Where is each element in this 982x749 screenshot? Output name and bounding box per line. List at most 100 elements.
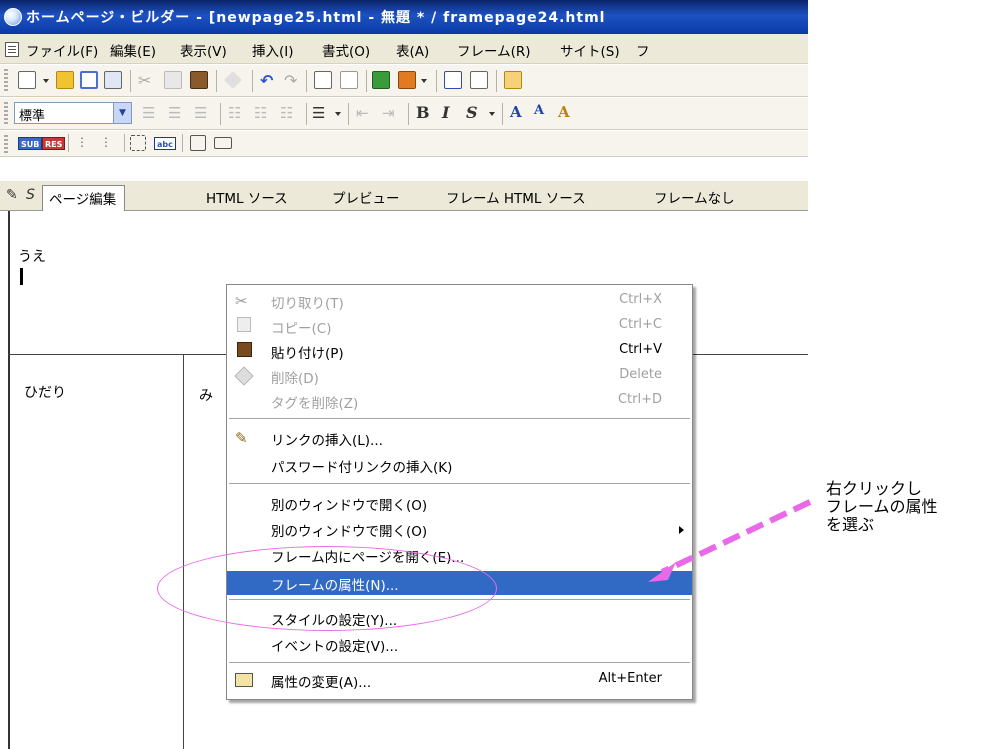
toolbar-grip-3[interactable] xyxy=(4,135,8,153)
table-icon[interactable] xyxy=(444,71,462,89)
menu-table[interactable]: 表(A) xyxy=(396,40,429,60)
menu-bar: ファイル(F) 編集(E) 表示(V) 挿入(I) 書式(O) 表(A) フレー… xyxy=(0,34,808,64)
scissors-icon: ✂ xyxy=(235,292,248,310)
link-icon: ✎ xyxy=(235,429,248,447)
outdent-icon[interactable]: ⇤ xyxy=(356,104,374,122)
menu-site[interactable]: サイト(S) xyxy=(560,40,620,60)
menu-edit[interactable]: 編集(E) xyxy=(110,40,156,60)
open-folder-icon[interactable] xyxy=(56,71,74,89)
menu-format[interactable]: 書式(O) xyxy=(322,40,370,60)
cm-cut[interactable]: ✂ 切り取り(T) Ctrl+X xyxy=(227,289,692,313)
italic-icon[interactable]: I xyxy=(442,103,449,122)
align-middle-icon[interactable]: ☷ xyxy=(254,104,272,122)
paragraph-style-value: 標準 xyxy=(19,109,46,124)
frame-divider-vertical[interactable] xyxy=(183,355,184,749)
eraser-icon[interactable] xyxy=(224,71,242,89)
cm-insert-password-link[interactable]: パスワード付リンクの挿入(K) xyxy=(227,453,692,477)
app-window: ホームページ・ビルダー - [newpage25.html - 無題 * / f… xyxy=(0,0,808,749)
field-icon[interactable] xyxy=(130,135,146,151)
copy-icon[interactable] xyxy=(164,71,182,89)
print-icon[interactable] xyxy=(104,71,122,89)
indent-icon[interactable]: ⇥ xyxy=(382,104,400,122)
cm-copy[interactable]: コピー(C) Ctrl+C xyxy=(227,314,692,338)
dropdown-arrow-icon[interactable] xyxy=(42,71,50,89)
subscript-icon[interactable]: SUB xyxy=(18,137,43,150)
title-bar: ホームページ・ビルダー - [newpage25.html - 無題 * / f… xyxy=(0,0,808,34)
menu-insert[interactable]: 挿入(I) xyxy=(252,40,294,60)
new-page-icon[interactable] xyxy=(18,71,36,89)
align-top-icon[interactable]: ☷ xyxy=(228,104,246,122)
cm-open-new-window-submenu[interactable]: 別のウィンドウで開く(O) xyxy=(227,517,692,541)
paste-icon xyxy=(237,342,252,357)
font-larger-icon[interactable]: A xyxy=(510,103,522,121)
cm-remove-tag[interactable]: タグを削除(Z) Ctrl+D xyxy=(227,389,692,413)
redo-icon[interactable]: ↷ xyxy=(284,71,302,90)
menu-frame[interactable]: フレーム(R) xyxy=(457,40,531,60)
cm-open-new-window[interactable]: 別のウィンドウで開く(O) xyxy=(227,491,692,515)
cm-separator xyxy=(229,418,690,419)
copy-icon xyxy=(237,317,251,332)
toolbar-grip[interactable] xyxy=(4,69,8,91)
cm-separator xyxy=(229,483,690,484)
paragraph-style-select[interactable]: 標準 ▼ xyxy=(14,102,132,124)
extra-tool-icon[interactable] xyxy=(504,71,522,89)
chevron-down-icon[interactable]: ▼ xyxy=(113,103,131,123)
document-menu-icon[interactable] xyxy=(5,42,19,57)
tab-no-frame[interactable]: フレームなし xyxy=(654,187,735,207)
list-icon[interactable]: ☰ xyxy=(312,104,330,122)
annotation-arrow-icon xyxy=(648,499,812,582)
cut-icon[interactable]: ✂ xyxy=(138,71,156,90)
context-menu: ✂ 切り取り(T) Ctrl+X コピー(C) Ctrl+C 貼り付け(P) C… xyxy=(226,284,693,700)
window-title: ホームページ・ビルダー - [newpage25.html - 無題 * / f… xyxy=(26,10,606,26)
align-right-icon[interactable]: ☰ xyxy=(194,104,212,122)
top-frame-text: うえ xyxy=(18,249,46,265)
toolbar-grip-2[interactable] xyxy=(4,102,8,124)
pencil-icon: ✎ xyxy=(6,187,18,203)
align-center-icon[interactable]: ☰ xyxy=(168,104,186,122)
image-icon[interactable] xyxy=(372,71,390,89)
tab-preview[interactable]: プレビュー xyxy=(332,187,400,207)
annotation-text: 右クリックし フレームの属性 を選ぶ xyxy=(826,480,938,534)
text-field-icon[interactable]: abc xyxy=(154,137,176,150)
cm-paste[interactable]: 貼り付け(P) Ctrl+V xyxy=(227,339,692,363)
edit-page-icon[interactable] xyxy=(314,71,332,89)
cm-separator xyxy=(229,662,690,663)
app-logo-icon xyxy=(4,8,22,26)
cm-change-attributes[interactable]: 属性の変更(A)... Alt+Enter xyxy=(227,668,692,692)
dropdown-arrow-icon-3[interactable] xyxy=(334,104,342,122)
cm-insert-link[interactable]: ✎ リンクの挿入(L)... xyxy=(227,426,692,450)
font-color-icon[interactable]: A xyxy=(558,103,570,121)
layout-frame-icon[interactable] xyxy=(470,71,488,89)
cm-event-settings[interactable]: イベントの設定(V)... xyxy=(227,632,692,656)
align-bottom-icon[interactable]: ☷ xyxy=(280,104,298,122)
list-format-icon[interactable]: ⋮ xyxy=(76,135,94,153)
standard-toolbar: ✂ ↶ ↷ xyxy=(0,65,808,97)
font-smaller-icon[interactable]: A xyxy=(534,103,544,118)
undo-icon[interactable]: ↶ xyxy=(260,71,278,90)
annotation-line-2: フレームの属性 xyxy=(826,497,938,516)
bold-icon[interactable]: B xyxy=(416,103,430,122)
save-icon[interactable] xyxy=(80,71,98,89)
menu-more[interactable]: フ xyxy=(636,40,650,60)
view-tab-bar: ✎ S ページ編集 HTML ソース プレビュー フレーム HTML ソース フ… xyxy=(0,181,808,211)
reset-icon[interactable]: RES xyxy=(42,137,66,150)
paste-icon[interactable] xyxy=(190,71,208,89)
annotation-line-3: を選ぶ xyxy=(826,515,875,534)
form-icon[interactable] xyxy=(190,135,206,151)
menu-file[interactable]: ファイル(F) xyxy=(26,40,98,60)
menu-view[interactable]: 表示(V) xyxy=(180,40,227,60)
tab-page-edit[interactable]: ページ編集 xyxy=(42,185,126,211)
strikethrough-icon[interactable]: S xyxy=(466,103,478,122)
dropdown-arrow-icon-4[interactable] xyxy=(488,104,496,122)
tab-html-source[interactable]: HTML ソース xyxy=(206,187,288,207)
list-format-icon-2[interactable]: ⋮ xyxy=(100,135,118,153)
cm-delete[interactable]: 削除(D) Delete xyxy=(227,364,692,388)
insert-image-icon[interactable] xyxy=(398,71,416,89)
align-left-icon[interactable]: ☰ xyxy=(142,104,160,122)
right-frame-text: み xyxy=(199,388,213,404)
publish-icon[interactable] xyxy=(340,71,358,89)
annotation-line-1: 右クリックし xyxy=(826,479,923,498)
select-box-icon[interactable] xyxy=(214,137,232,149)
dropdown-arrow-icon-2[interactable] xyxy=(420,71,428,89)
tab-frame-html-source[interactable]: フレーム HTML ソース xyxy=(446,187,586,207)
